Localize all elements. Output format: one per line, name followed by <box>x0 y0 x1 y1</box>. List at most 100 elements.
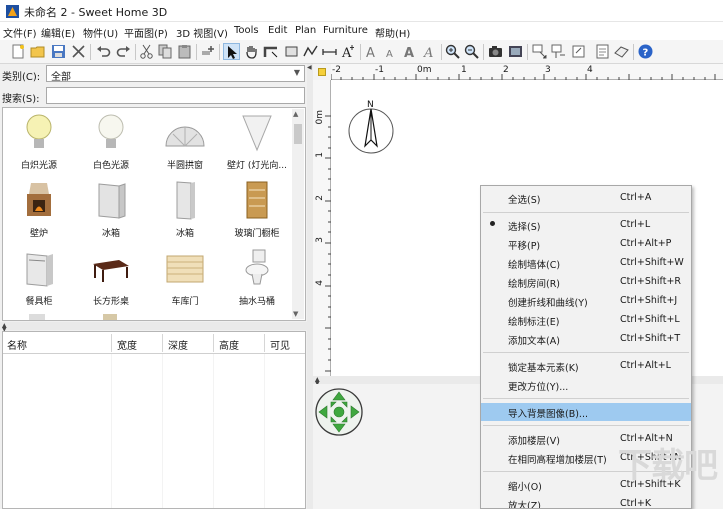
pan-mode-icon[interactable] <box>243 43 260 60</box>
menu-plan[interactable]: Plan <box>295 25 316 36</box>
search-input[interactable] <box>46 87 305 104</box>
menu-item-select-all[interactable]: 全选(S) Ctrl+A <box>481 189 691 207</box>
glass-cabinet-icon <box>246 181 268 219</box>
catalog-item[interactable]: 半圆拱窗 <box>149 110 221 176</box>
create-polylines-icon[interactable] <box>302 43 319 60</box>
menu-item-pan[interactable]: 平移(P) Ctrl+Alt+P <box>481 235 691 253</box>
decrease-text-size-icon[interactable]: A <box>383 43 400 60</box>
menu-item-create-walls[interactable]: 绘制墙体(C) Ctrl+Shift+W <box>481 254 691 272</box>
menu-furniture[interactable]: Furniture <box>323 25 368 36</box>
redo-icon[interactable] <box>115 43 132 60</box>
scroll-down-icon[interactable]: ▼ <box>293 310 298 318</box>
save-icon[interactable] <box>50 43 67 60</box>
svg-text:?: ? <box>643 48 649 59</box>
catalog-item[interactable]: 冰箱 <box>149 178 221 244</box>
column-name[interactable]: 名称 <box>7 337 27 352</box>
menu-item-add-text[interactable]: 添加文本(A) Ctrl+Shift+T <box>481 330 691 348</box>
catalog-item[interactable]: 冰箱 <box>75 178 147 244</box>
menu-item-modify-compass[interactable]: 更改方位(Y)... <box>481 376 691 394</box>
menu-tools[interactable]: Tools <box>234 25 259 36</box>
catalog-item-label: 白炽光源 <box>20 161 57 171</box>
catalog-item[interactable]: 白色光源 <box>75 110 147 176</box>
menu-item-select[interactable]: 选择(S) Ctrl+L <box>481 216 691 234</box>
compass-icon[interactable]: N <box>347 98 397 156</box>
cut-preferences-icon[interactable] <box>70 43 87 60</box>
menu-item-label: 锁定基本元素(K) <box>508 363 579 374</box>
new-home-icon[interactable] <box>10 43 27 60</box>
collapse-left-icon[interactable]: ◀ <box>307 64 312 71</box>
catalog-item[interactable]: 车库门 <box>149 246 221 312</box>
undo-icon[interactable] <box>95 43 112 60</box>
column-height[interactable]: 高度 <box>219 337 239 352</box>
menu-item-label: 全选(S) <box>508 195 541 206</box>
column-width[interactable]: 宽度 <box>117 337 137 352</box>
cut-icon[interactable] <box>138 43 155 60</box>
svg-text:A: A <box>386 49 393 60</box>
export-icon[interactable] <box>570 43 587 60</box>
catalog-item[interactable]: 餐具柜 <box>3 246 75 312</box>
menu-furniture-cn[interactable]: 物件(U) <box>83 25 118 40</box>
category-select[interactable]: 全部 ▼ <box>46 65 305 83</box>
menu-edit[interactable]: Edit <box>268 25 287 36</box>
search-label: 搜索(S): <box>2 94 40 105</box>
create-walls-icon[interactable] <box>263 43 280 60</box>
create-photo-icon[interactable] <box>487 43 504 60</box>
left-pane-splitter[interactable]: ▲ ▼ <box>0 322 307 333</box>
zoom-out-icon[interactable] <box>463 43 480 60</box>
help-icon[interactable]: ? <box>637 43 654 60</box>
create-rooms-icon[interactable] <box>283 43 300 60</box>
preferences-icon[interactable] <box>594 43 611 60</box>
catalog-item-label: 车库门 <box>171 297 199 307</box>
add-text-icon[interactable]: A <box>340 43 357 60</box>
create-dimensions-icon[interactable] <box>321 43 338 60</box>
furniture-table-header: 名称 宽度 深度 高度 可见 <box>3 332 305 354</box>
menu-item-create-dimensions[interactable]: 绘制标注(E) Ctrl+Shift+L <box>481 311 691 329</box>
menu-3d-view[interactable]: 3D 视图(V) <box>176 25 228 40</box>
catalog-item[interactable]: 壁炉 <box>3 178 75 244</box>
increase-text-size-icon[interactable]: A <box>364 43 381 60</box>
bold-text-icon[interactable]: A <box>402 43 419 60</box>
paste-icon[interactable] <box>176 43 193 60</box>
menu-item-zoom-in[interactable]: 放大(Z) Ctrl+K <box>481 495 691 508</box>
chevron-down-icon[interactable]: ▼ <box>294 68 300 77</box>
watermark-text: 下载吧 <box>618 446 718 486</box>
italic-text-icon[interactable]: A <box>421 43 438 60</box>
ruler-ticks-vertical <box>325 115 331 372</box>
menu-item-create-rooms[interactable]: 绘制房间(R) Ctrl+Shift+R <box>481 273 691 291</box>
ruler-horizontal: -2 -1 0m 1 2 3 4 <box>331 64 723 80</box>
catalog-item[interactable]: 壁灯 (灯光向... <box>221 110 293 176</box>
open-icon[interactable] <box>30 43 47 60</box>
menu-edit-cn[interactable]: 编辑(E) <box>41 25 75 40</box>
catalog-item[interactable]: 长方形桌 <box>75 246 147 312</box>
menu-item-label: 添加文本(A) <box>508 336 560 347</box>
scroll-up-icon[interactable]: ▲ <box>293 110 298 118</box>
menu-item-lock-base-plan[interactable]: 锁定基本元素(K) Ctrl+Alt+L <box>481 357 691 375</box>
virtual-visit-icon[interactable] <box>550 43 567 60</box>
zoom-in-icon[interactable] <box>444 43 461 60</box>
navigation-pad-icon[interactable] <box>315 388 363 436</box>
menu-item-label: 绘制标注(E) <box>508 317 560 328</box>
column-visible[interactable]: 可见 <box>270 337 290 352</box>
aerial-view-icon[interactable] <box>531 43 548 60</box>
catalog-item[interactable]: 白炽光源 <box>3 110 75 176</box>
app-logo-icon <box>6 5 19 18</box>
copy-icon[interactable] <box>157 43 174 60</box>
menu-file[interactable]: 文件(F) <box>3 25 37 40</box>
catalog-scroll-thumb[interactable] <box>294 124 302 144</box>
catalog-item[interactable]: 抽水马桶 <box>221 246 293 312</box>
create-video-icon[interactable] <box>507 43 524 60</box>
toilet-icon <box>245 249 269 285</box>
print-settings-icon[interactable] <box>613 43 630 60</box>
column-depth[interactable]: 深度 <box>168 337 188 352</box>
select-mode-icon[interactable] <box>223 43 240 60</box>
add-furniture-icon[interactable] <box>199 43 216 60</box>
menu-help[interactable]: 帮助(H) <box>375 25 410 40</box>
window-title: 未命名 2 - Sweet Home 3D <box>24 6 168 19</box>
menu-item-label: 更改方位(Y)... <box>508 382 569 393</box>
menu-plan-cn[interactable]: 平面图(P) <box>124 25 168 40</box>
bulb-icon <box>98 114 124 148</box>
catalog-item[interactable]: 玻璃门橱柜 <box>221 178 293 244</box>
menu-item-create-polylines[interactable]: 创建折线和曲线(Y) Ctrl+Shift+J <box>481 292 691 310</box>
menu-item-import-background-image[interactable]: 导入背景图像(B)... <box>481 403 691 421</box>
menu-item-shortcut: Ctrl+Shift+W <box>620 257 684 268</box>
